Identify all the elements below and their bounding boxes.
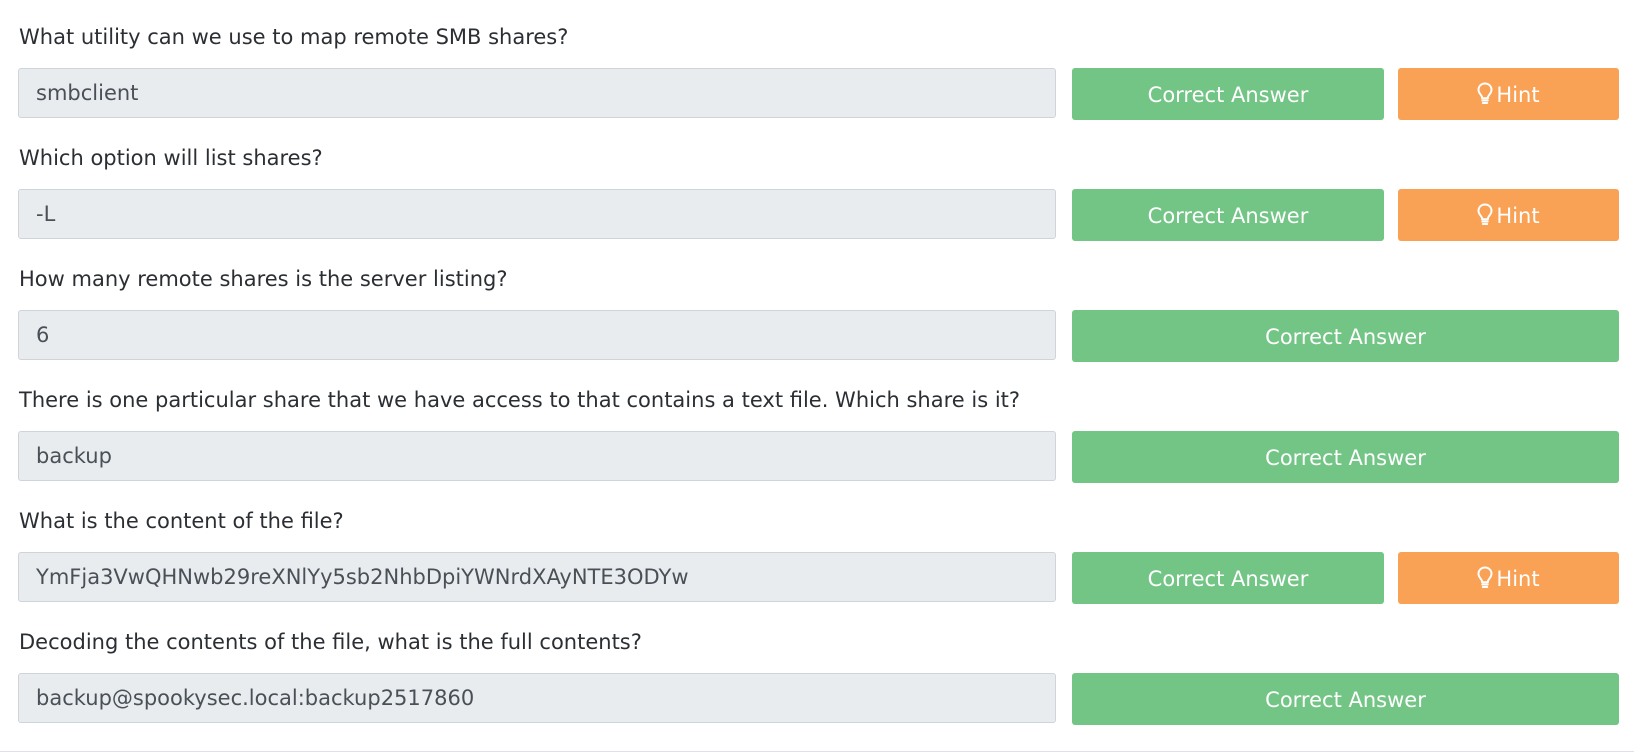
question-text: There is one particular share that we ha… [19, 388, 1021, 412]
hint-label: Hint [1496, 567, 1540, 591]
correct-answer-label: Correct Answer [1147, 204, 1309, 228]
correct-answer-button[interactable]: Correct Answer [1072, 68, 1384, 120]
question-item: Decoding the contents of the file, what … [0, 605, 1634, 726]
question-text: What utility can we use to map remote SM… [19, 25, 569, 49]
question-text: Decoding the contents of the file, what … [19, 630, 642, 654]
question-text: Which option will list shares? [19, 146, 323, 170]
answer-field[interactable]: smbclient [18, 68, 1056, 118]
divider [0, 751, 1634, 752]
lightbulb-icon [1477, 566, 1493, 588]
question-item: Which option will list shares? -L Correc… [0, 121, 1634, 242]
question-text: What is the content of the file? [19, 509, 344, 533]
answer-field[interactable]: backup [18, 431, 1056, 481]
correct-answer-button[interactable]: Correct Answer [1072, 431, 1619, 483]
correct-answer-button[interactable]: Correct Answer [1072, 552, 1384, 604]
lightbulb-icon [1477, 82, 1493, 104]
hint-button[interactable]: Hint [1398, 552, 1619, 604]
question-text: How many remote shares is the server lis… [19, 267, 508, 291]
answer-field[interactable]: 6 [18, 310, 1056, 360]
answer-field[interactable]: backup@spookysec.local:backup2517860 [18, 673, 1056, 723]
hint-label: Hint [1496, 83, 1540, 107]
correct-answer-label: Correct Answer [1265, 688, 1426, 712]
question-item: There is one particular share that we ha… [0, 363, 1634, 484]
correct-answer-label: Correct Answer [1147, 83, 1309, 107]
correct-answer-button[interactable]: Correct Answer [1072, 189, 1384, 241]
question-item: What is the content of the file? YmFja3V… [0, 484, 1634, 605]
answer-field[interactable]: YmFja3VwQHNwb29reXNlYy5sb2NhbDpiYWNrdXAy… [18, 552, 1056, 602]
correct-answer-label: Correct Answer [1147, 567, 1309, 591]
correct-answer-label: Correct Answer [1265, 446, 1426, 470]
hint-button[interactable]: Hint [1398, 68, 1619, 120]
correct-answer-label: Correct Answer [1265, 325, 1426, 349]
correct-answer-button[interactable]: Correct Answer [1072, 673, 1619, 725]
hint-label: Hint [1496, 204, 1540, 228]
question-item: What utility can we use to map remote SM… [0, 0, 1634, 121]
question-item: How many remote shares is the server lis… [0, 242, 1634, 363]
hint-button[interactable]: Hint [1398, 189, 1619, 241]
lightbulb-icon [1477, 203, 1493, 225]
correct-answer-button[interactable]: Correct Answer [1072, 310, 1619, 362]
answer-field[interactable]: -L [18, 189, 1056, 239]
